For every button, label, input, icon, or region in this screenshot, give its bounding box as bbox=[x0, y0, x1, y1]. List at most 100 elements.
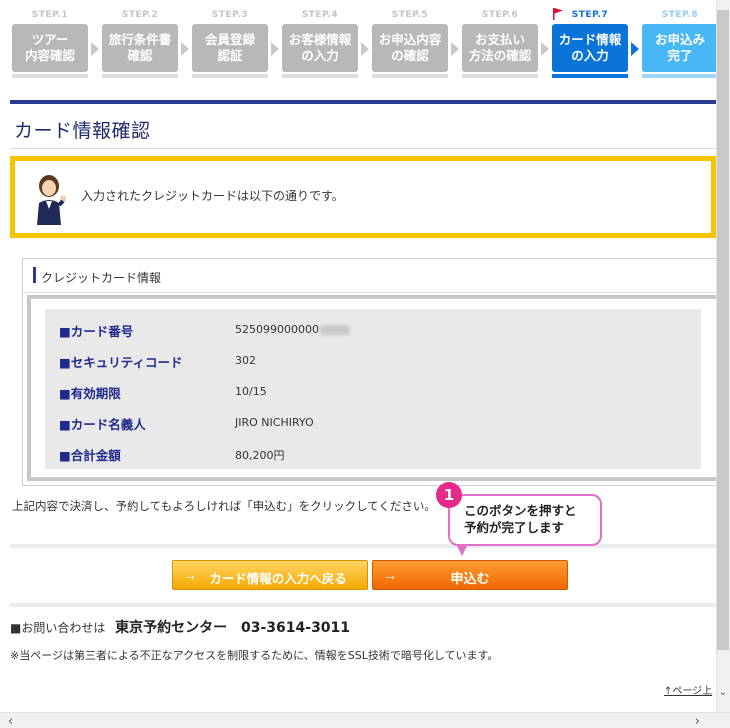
step-box: お申込内容 の確認 bbox=[372, 24, 448, 72]
contact-phone: 03-3614-3011 bbox=[241, 620, 351, 636]
row-value: 80,200円 bbox=[235, 449, 285, 462]
card-row-total: ■合計金額 80,200円 bbox=[45, 437, 701, 467]
step-label-line1: お申込み bbox=[654, 32, 705, 47]
step-arrow-icon bbox=[361, 42, 369, 56]
step-label-line2: の確認 bbox=[391, 48, 429, 63]
step-underline bbox=[12, 74, 88, 78]
step-label-line2: の入力 bbox=[301, 48, 339, 63]
page-title: カード情報確認 bbox=[14, 120, 151, 142]
row-value: 525099000000 bbox=[235, 323, 350, 336]
step-2: STEP.2 旅行条件書 確認 bbox=[100, 0, 180, 86]
callout-tail bbox=[456, 544, 468, 556]
back-to-card-input-button[interactable]: → カード情報の入力へ戻る bbox=[172, 560, 368, 590]
section-marker bbox=[33, 267, 36, 283]
callout-text: このボタンを押すと 予約が完了します bbox=[464, 502, 577, 536]
step-label-line1: ツアー bbox=[31, 32, 69, 47]
scrollbar-thumb[interactable] bbox=[717, 10, 729, 650]
divider bbox=[10, 544, 716, 548]
step-5: STEP.5 お申込内容 の確認 bbox=[370, 0, 450, 86]
step-box: 旅行条件書 確認 bbox=[102, 24, 178, 72]
step-underline bbox=[282, 74, 358, 78]
row-label: ■合計金額 bbox=[59, 448, 121, 463]
card-row-number: ■カード番号 525099000000 bbox=[45, 313, 701, 343]
step-7-current: STEP.7 カード情報 の入力 bbox=[550, 0, 630, 86]
card-row-expiry: ■有効期限 10/15 bbox=[45, 375, 701, 405]
step-badge: 1 bbox=[436, 482, 462, 508]
row-label: ■カード名義人 bbox=[59, 417, 146, 432]
step-number: STEP.3 bbox=[211, 10, 249, 20]
step-box: お客様情報 の入力 bbox=[282, 24, 358, 72]
step-label-line1: お支払い bbox=[474, 32, 525, 47]
chevron-left-icon[interactable]: ‹ bbox=[8, 714, 13, 728]
step-progress-bar: STEP.1 ツアー 内容確認 STEP.2 旅行条件書 確認 STEP.3 会… bbox=[0, 0, 718, 86]
operator-avatar-icon bbox=[37, 175, 66, 225]
apply-button[interactable]: → 申込む bbox=[372, 560, 568, 590]
step-box: 会員登録 認証 bbox=[192, 24, 268, 72]
card-info-table: ■カード番号 525099000000 ■セキュリティコード 302 ■有効期限… bbox=[45, 309, 701, 469]
step-arrow-icon bbox=[271, 42, 279, 56]
step-underline bbox=[642, 74, 718, 78]
title-top-rule bbox=[10, 100, 716, 104]
horizontal-scrollbar[interactable]: ‹ › bbox=[0, 712, 730, 728]
step-label-line1: お客様情報 bbox=[288, 32, 352, 47]
step-underline bbox=[462, 74, 538, 78]
step-number: STEP.5 bbox=[391, 10, 429, 20]
step-underline bbox=[192, 74, 268, 78]
row-value: 10/15 bbox=[235, 385, 267, 398]
contact-info: ■お問い合わせは 東京予約センター 03-3614-3011 bbox=[10, 617, 350, 637]
card-info-panel: クレジットカード情報 ■カード番号 525099000000 ■セキュリティコー… bbox=[22, 258, 722, 486]
step-label-line2: 完了 bbox=[667, 48, 693, 63]
step-1: STEP.1 ツアー 内容確認 bbox=[10, 0, 90, 86]
step-label-line1: カード情報 bbox=[558, 32, 622, 47]
step-label-line1: 会員登録 bbox=[204, 32, 255, 47]
step-underline bbox=[372, 74, 448, 78]
card-info-frame: ■カード番号 525099000000 ■セキュリティコード 302 ■有効期限… bbox=[27, 295, 721, 481]
step-arrow-icon bbox=[451, 42, 459, 56]
step-3: STEP.3 会員登録 認証 bbox=[190, 0, 270, 86]
step-arrow-icon bbox=[631, 42, 639, 56]
row-label: ■セキュリティコード bbox=[59, 355, 183, 370]
button-label: 申込む bbox=[450, 571, 490, 586]
ssl-note: ※当ページは第三者による不正なアクセスを制限するために、情報をSSL技術で暗号化… bbox=[10, 649, 499, 662]
confirm-instruction: 上記内容で決済し、予約してもよろしければ「申込む」をクリックしてください。 bbox=[12, 499, 436, 513]
callout-line2: 予約が完了します bbox=[464, 520, 565, 535]
step-label-line1: 旅行条件書 bbox=[108, 32, 172, 47]
step-label-line1: お申込内容 bbox=[378, 32, 442, 47]
card-number-value: 525099000000 bbox=[235, 323, 319, 336]
step-label-line2: 確認 bbox=[127, 48, 153, 63]
title-bottom-rule bbox=[10, 148, 716, 149]
step-label-line2: 方法の確認 bbox=[468, 48, 532, 63]
step-underline bbox=[552, 74, 628, 78]
step-box: ツアー 内容確認 bbox=[12, 24, 88, 72]
vertical-scrollbar[interactable]: ⌄ bbox=[716, 0, 730, 712]
step-label-line2: の入力 bbox=[571, 48, 609, 63]
chevron-right-icon[interactable]: › bbox=[695, 714, 700, 728]
contact-prefix: ■お問い合わせは bbox=[10, 621, 106, 635]
step-4: STEP.4 お客様情報 の入力 bbox=[280, 0, 360, 86]
step-label-line2: 認証 bbox=[217, 48, 243, 63]
card-section-title: クレジットカード情報 bbox=[41, 271, 162, 285]
divider bbox=[10, 603, 716, 607]
card-section-header: クレジットカード情報 bbox=[23, 259, 721, 293]
step-box: お支払い 方法の確認 bbox=[462, 24, 538, 72]
step-box: カード情報 の入力 bbox=[552, 24, 628, 72]
button-label: カード情報の入力へ戻る bbox=[209, 572, 347, 586]
card-row-security-code: ■セキュリティコード 302 bbox=[45, 344, 701, 374]
step-arrow-icon bbox=[541, 42, 549, 56]
notice-box: 入力されたクレジットカードは以下の通りです。 bbox=[10, 156, 716, 238]
step-arrow-icon bbox=[181, 42, 189, 56]
step-number: STEP.2 bbox=[121, 10, 159, 20]
chevron-down-icon[interactable]: ⌄ bbox=[718, 688, 728, 698]
row-value: 302 bbox=[235, 354, 256, 367]
step-number: STEP.8 bbox=[661, 10, 699, 20]
row-label: ■有効期限 bbox=[59, 386, 121, 401]
step-6: STEP.6 お支払い 方法の確認 bbox=[460, 0, 540, 86]
step-number: STEP.7 bbox=[571, 10, 609, 20]
step-number: STEP.4 bbox=[301, 10, 339, 20]
step-underline bbox=[102, 74, 178, 78]
step-box: お申込み 完了 bbox=[642, 24, 718, 72]
row-value: JIRO NICHIRYO bbox=[235, 416, 314, 429]
card-row-holder: ■カード名義人 JIRO NICHIRYO bbox=[45, 406, 701, 436]
step-number: STEP.1 bbox=[31, 10, 69, 20]
page-top-link[interactable]: ↑ページ上 bbox=[664, 682, 712, 697]
